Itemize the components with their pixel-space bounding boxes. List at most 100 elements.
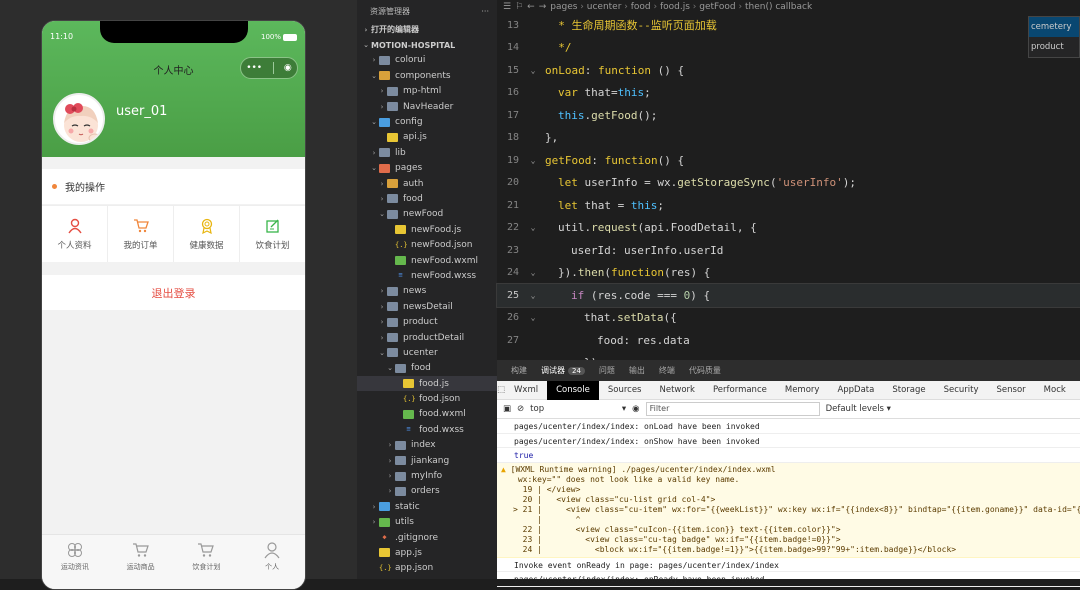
filter-input[interactable]: Filter bbox=[645, 402, 820, 416]
explorer-item[interactable]: › jiankang bbox=[357, 453, 497, 468]
context-select[interactable]: top ▾ bbox=[530, 404, 626, 414]
explorer-item[interactable]: › utils bbox=[357, 515, 497, 530]
clear-console-icon[interactable]: ⊘ bbox=[517, 404, 524, 414]
explorer-item[interactable]: api.js bbox=[357, 130, 497, 145]
breadcrumb-item[interactable]: getFood bbox=[699, 2, 735, 12]
bottom-tab[interactable]: 输出 bbox=[629, 365, 645, 376]
back-arrow-icon[interactable]: ← bbox=[527, 2, 535, 12]
breadcrumb-item[interactable]: then() callback bbox=[745, 2, 812, 12]
code-line[interactable]: 15 ⌄ onLoad: function () { bbox=[497, 59, 1080, 82]
explorer-item[interactable]: newFood.js bbox=[357, 222, 497, 237]
avatar[interactable] bbox=[53, 93, 105, 145]
log-levels-select[interactable]: Default levels ▾ bbox=[826, 404, 891, 414]
explorer-item[interactable]: {.} food.json bbox=[357, 391, 497, 406]
devtools-tab[interactable]: Security bbox=[935, 381, 988, 400]
code-line[interactable]: 21 let that = this; bbox=[497, 194, 1080, 217]
code-line[interactable]: 16 var that=this; bbox=[497, 82, 1080, 105]
tab-sports-goods[interactable]: 运动商品 bbox=[108, 535, 174, 589]
explorer-item[interactable]: ≡ food.wxss bbox=[357, 422, 497, 437]
explorer-item[interactable]: ⌄ ucenter bbox=[357, 345, 497, 360]
devtools-tab[interactable]: Performance bbox=[704, 381, 776, 400]
explorer-item[interactable]: ⌄ food bbox=[357, 361, 497, 376]
inspect-icon[interactable]: ⬚ bbox=[497, 385, 505, 395]
explorer-item[interactable]: › index bbox=[357, 438, 497, 453]
devtools-tab[interactable]: AppData bbox=[828, 381, 883, 400]
code-line[interactable]: 20 let userInfo = wx.getStorageSync('user… bbox=[497, 172, 1080, 195]
explorer-item[interactable]: ◆ .gitignore bbox=[357, 530, 497, 545]
bottom-tab[interactable]: 代码质量 bbox=[689, 365, 721, 376]
code-line[interactable]: 27 food: res.data bbox=[497, 329, 1080, 352]
explorer-item[interactable]: food.wxml bbox=[357, 407, 497, 422]
explorer-item[interactable]: ⌄ MOTION-HOSPITAL bbox=[357, 37, 497, 52]
devtools-tab[interactable]: Mock bbox=[1035, 381, 1075, 400]
explorer-item[interactable]: ⌄ pages bbox=[357, 161, 497, 176]
devtools-tab[interactable]: Console bbox=[547, 380, 599, 400]
explorer-item[interactable]: › NavHeader bbox=[357, 99, 497, 114]
explorer-item[interactable]: › colorui bbox=[357, 53, 497, 68]
fold-chevron-icon[interactable]: ⌄ bbox=[521, 291, 545, 300]
devtools-tab[interactable]: Wxml bbox=[505, 381, 547, 400]
explorer-item[interactable]: › productDetail bbox=[357, 330, 497, 345]
explorer-item[interactable]: ⌄ newFood bbox=[357, 207, 497, 222]
devtools-tab[interactable]: Memory bbox=[776, 381, 829, 400]
code-line[interactable]: 22 ⌄ util.request(api.FoodDetail, { bbox=[497, 217, 1080, 240]
code-line[interactable]: 25 ⌄ if (res.code === 0) { bbox=[496, 283, 1080, 308]
eye-icon[interactable]: ◉ bbox=[632, 404, 639, 414]
breadcrumb-item[interactable]: pages bbox=[550, 2, 577, 12]
forward-arrow-icon[interactable]: → bbox=[539, 2, 547, 12]
fold-chevron-icon[interactable]: ⌄ bbox=[521, 223, 545, 232]
code-line[interactable]: 14 */ bbox=[497, 37, 1080, 60]
explorer-item[interactable]: › orders bbox=[357, 484, 497, 499]
explorer-item[interactable]: ≡ newFood.wxss bbox=[357, 268, 497, 283]
sidebar-toggle-icon[interactable]: ▣ bbox=[503, 404, 511, 414]
breadcrumb-item[interactable]: food bbox=[631, 2, 651, 12]
devtools-tab[interactable]: Audits bbox=[1075, 381, 1080, 400]
breadcrumb-item[interactable]: food.js bbox=[660, 2, 690, 12]
logout-button[interactable]: 退出登录 bbox=[42, 275, 305, 310]
code-line[interactable]: 24 ⌄}).then(function(res) { bbox=[497, 262, 1080, 285]
explorer-item[interactable]: › auth bbox=[357, 176, 497, 191]
grid-item-diet[interactable]: 饮食计划 bbox=[240, 206, 305, 262]
bottom-tab[interactable]: 调试器 24 bbox=[541, 365, 585, 376]
bottom-tab[interactable]: 构建 bbox=[511, 365, 527, 376]
explorer-item[interactable]: {.} app.json bbox=[357, 561, 497, 576]
explorer-item[interactable]: ⌄ config bbox=[357, 114, 497, 129]
suggestion-list[interactable]: cemetery product bbox=[1028, 16, 1080, 58]
explorer-item[interactable]: newFood.wxml bbox=[357, 253, 497, 268]
code-lines[interactable]: 13 * 生命周期函数--监听页面加载 14 */15 ⌄ onLoad: funct… bbox=[496, 14, 1080, 374]
devtools-tab[interactable]: Sources bbox=[599, 381, 651, 400]
explorer-item[interactable]: › food bbox=[357, 191, 497, 206]
devtools-tab[interactable]: Storage bbox=[883, 381, 934, 400]
explorer-item[interactable]: {.} newFood.json bbox=[357, 237, 497, 252]
code-editor[interactable]: ☰ ⚐ ← → pages › ucenter › food › food.js… bbox=[496, 0, 1080, 369]
fold-chevron-icon[interactable]: ⌄ bbox=[521, 66, 545, 75]
grid-item-profile[interactable]: 个人资料 bbox=[42, 206, 108, 262]
explorer-item[interactable]: app.js bbox=[357, 545, 497, 560]
fold-chevron-icon[interactable]: ⌄ bbox=[521, 313, 545, 322]
bottom-tab[interactable]: 问题 bbox=[599, 365, 615, 376]
bookmark-icon[interactable]: ⚐ bbox=[515, 2, 523, 12]
code-line[interactable]: 18}, bbox=[497, 127, 1080, 150]
list-icon[interactable]: ☰ bbox=[503, 2, 511, 12]
suggestion-item[interactable]: product bbox=[1029, 37, 1079, 57]
more-actions-icon[interactable]: ··· bbox=[481, 7, 489, 16]
explorer-item[interactable]: › myInfo bbox=[357, 468, 497, 483]
code-line[interactable]: 17 this.getFood(); bbox=[497, 104, 1080, 127]
fold-chevron-icon[interactable]: ⌄ bbox=[521, 268, 545, 277]
explorer-item[interactable]: ⌄ components bbox=[357, 68, 497, 83]
explorer-item[interactable]: › news bbox=[357, 284, 497, 299]
explorer-item[interactable]: › newsDetail bbox=[357, 299, 497, 314]
more-icon[interactable]: ••• bbox=[246, 63, 262, 73]
grid-item-health[interactable]: 健康数据 bbox=[174, 206, 240, 262]
grid-item-orders[interactable]: 我的订单 bbox=[108, 206, 174, 262]
tab-diet-plan[interactable]: 饮食计划 bbox=[174, 535, 240, 589]
devtools-tab[interactable]: Network bbox=[650, 381, 704, 400]
tab-personal[interactable]: 个人 bbox=[239, 535, 305, 589]
code-line[interactable]: 19 ⌄ getFood: function() { bbox=[497, 149, 1080, 172]
code-line[interactable]: 13 * 生命周期函数--监听页面加载 bbox=[497, 14, 1080, 37]
explorer-item[interactable]: › product bbox=[357, 314, 497, 329]
breadcrumb-item[interactable]: ucenter bbox=[587, 2, 622, 12]
menu-capsule[interactable]: ••• ◉ bbox=[240, 57, 298, 79]
explorer-item[interactable]: food.js bbox=[357, 375, 497, 392]
code-line[interactable]: 26 ⌄ that.setData({ bbox=[497, 307, 1080, 330]
